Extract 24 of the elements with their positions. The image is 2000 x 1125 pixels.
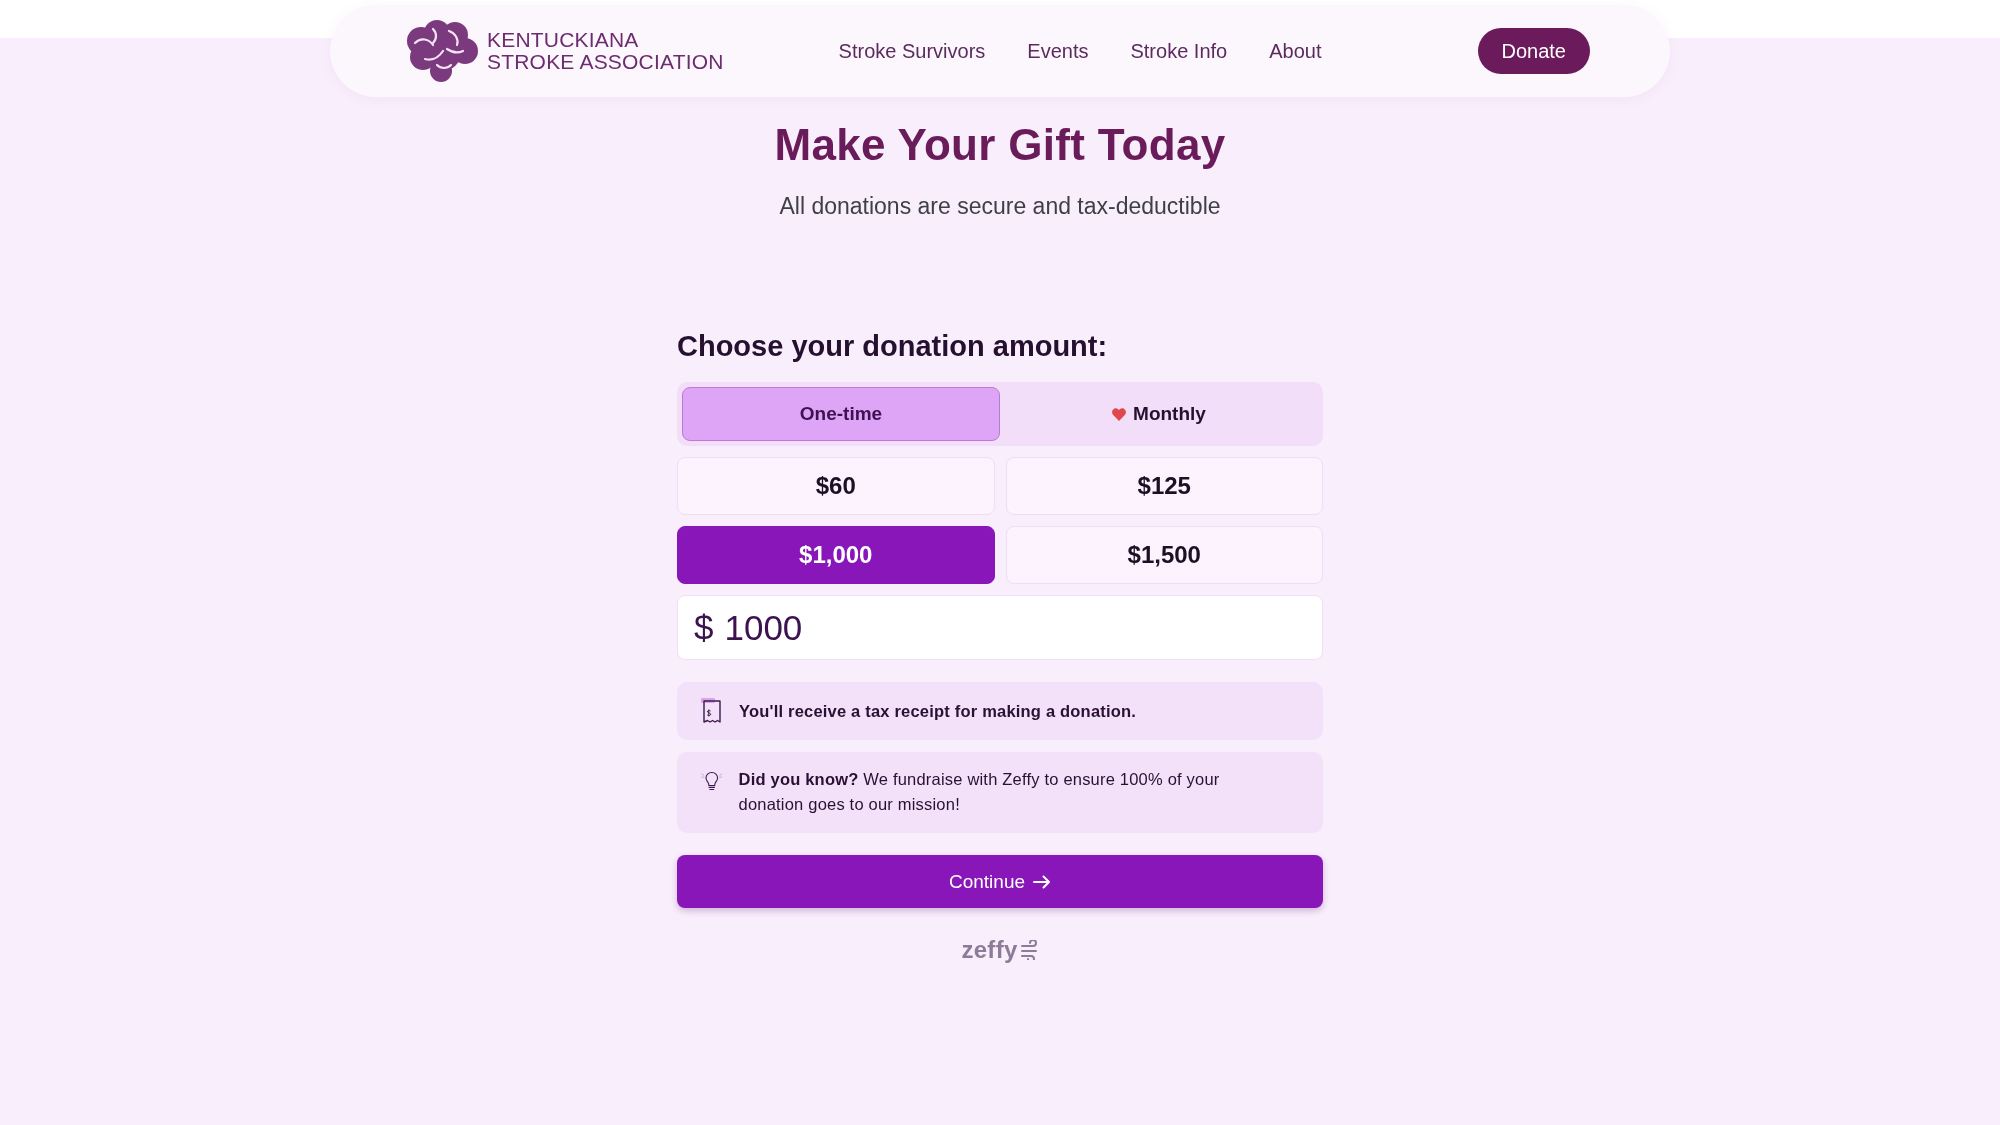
nav-link[interactable]: Events: [1027, 39, 1089, 63]
heart-icon: [1112, 407, 1127, 421]
notice-text: Did you know? We fundraise with Zeffy to ensure 100% of your donation goes to our mission!: [738, 769, 1221, 815]
amount-option[interactable]: $60: [677, 457, 995, 515]
logo-text: KENTUCKIANA STROKE ASSOCIATION: [487, 29, 724, 73]
receipt-icon: [701, 698, 723, 724]
amount-option[interactable]: $125: [1005, 457, 1323, 515]
notice-text: You'll receive a tax receipt for making a donation.: [739, 700, 1137, 722]
nav-link[interactable]: Stroke Info: [1130, 39, 1228, 63]
arrow-right-icon: [1033, 874, 1052, 889]
page-title: Make Your Gift Today: [774, 119, 1226, 171]
frequency-tab[interactable]: One-time: [682, 387, 1000, 441]
footer-logo-text: zeffy: [961, 936, 1018, 964]
page-subtitle: All donations are secure and tax-deductible: [779, 192, 1221, 221]
donate-button[interactable]: Donate: [1477, 28, 1590, 74]
frequency-tab[interactable]: Monthly: [1000, 387, 1318, 441]
amount-option[interactable]: $1,500: [1005, 526, 1323, 584]
wind-icon: [1020, 940, 1039, 960]
nav-link[interactable]: About: [1269, 39, 1322, 63]
section-heading: Choose your donation amount:: [677, 329, 1109, 364]
continue-button[interactable]: Continue: [677, 855, 1323, 908]
nav-link[interactable]: Stroke Survivors: [838, 39, 986, 63]
amount-option[interactable]: $1,000: [677, 526, 995, 584]
amount-field[interactable]: $ 1000: [677, 595, 1323, 660]
